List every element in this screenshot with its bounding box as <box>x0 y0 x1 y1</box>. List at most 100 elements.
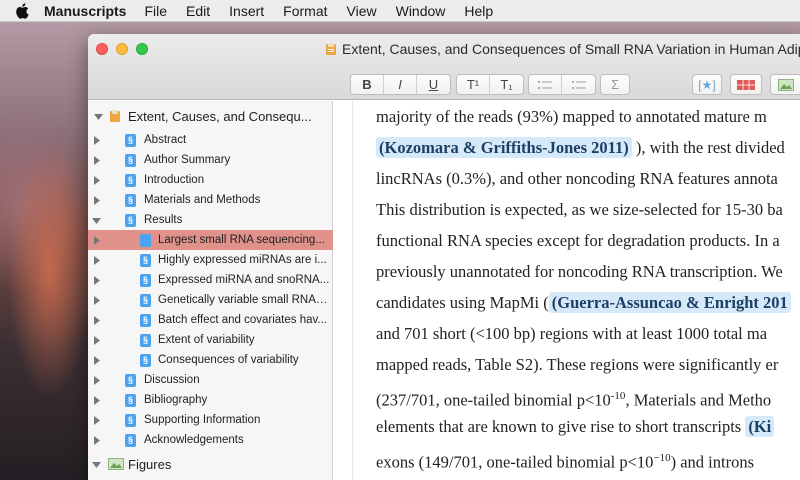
outline-item-materials-methods[interactable]: § Materials and Methods <box>88 190 333 210</box>
manuscript-editor[interactable]: majority of the reads (93%) mapped to an… <box>334 101 800 480</box>
disclosure-collapsed-icon[interactable] <box>92 235 101 245</box>
text-run: , Materials and Metho <box>625 390 772 410</box>
disclosure-collapsed-icon[interactable] <box>92 415 101 425</box>
outline-item-label: Results <box>144 214 183 226</box>
disclosure-collapsed-icon[interactable] <box>92 195 101 205</box>
disclosure-expanded-icon[interactable] <box>94 112 103 121</box>
outline-item-bibliography[interactable]: § Bibliography <box>88 390 333 410</box>
table-icon <box>737 79 755 90</box>
section-icon: § <box>125 133 136 147</box>
disclosure-collapsed-icon[interactable] <box>92 175 101 185</box>
disclosure-collapsed-icon[interactable] <box>92 395 101 405</box>
zoom-button[interactable] <box>136 43 148 55</box>
disclosure-collapsed-icon[interactable] <box>92 295 101 305</box>
citation-guerra-assuncao[interactable]: (Guerra-Assuncao & Enright 201 <box>548 292 791 313</box>
disclosure-collapsed-icon[interactable] <box>92 435 101 445</box>
superscript-button[interactable]: T¹ <box>457 75 490 94</box>
section-icon: § <box>140 333 151 347</box>
text-run: and 701 short (<100 bp) regions with at … <box>376 324 768 343</box>
outline-sidebar: Extent, Causes, and Consequ... § Abstrac… <box>88 101 333 480</box>
outline-item-batch-effect[interactable]: § Batch effect and covariates hav... <box>88 310 333 330</box>
outline-item-highly-expressed[interactable]: § Highly expressed miRNAs are i... <box>88 250 333 270</box>
menu-insert[interactable]: Insert <box>229 3 264 19</box>
paragraph-line: elements that are known to give rise to … <box>376 415 775 439</box>
outline-item-largest-small-rna[interactable]: Largest small RNA sequencing... <box>88 230 333 250</box>
manuscript-doc-icon <box>326 43 336 55</box>
text-run: This distribution is expected, as we siz… <box>376 200 783 219</box>
outline-item-label: Consequences of variability <box>158 354 299 366</box>
window-controls <box>96 43 148 55</box>
apple-menu[interactable] <box>0 2 44 19</box>
script-group: T¹ T₁ <box>456 74 524 95</box>
bullet-list-button[interactable] <box>529 75 562 94</box>
outline-item-label: Largest small RNA sequencing... <box>158 234 325 246</box>
text-run: majority of the reads (93%) mapped to an… <box>376 107 767 126</box>
paragraph-line: (Kozomara & Griffiths-Jones 2011) ), wit… <box>376 136 785 160</box>
text-run: ), with the rest divided <box>631 138 785 157</box>
menu-bar: Manuscripts File Edit Insert Format View… <box>0 0 800 22</box>
citation-kozomara[interactable]: (Kozomara & Griffiths-Jones 2011) <box>376 137 632 158</box>
outline-item-label: Abstract <box>144 134 187 146</box>
menu-edit[interactable]: Edit <box>186 3 210 19</box>
outline-item-extent-variability[interactable]: § Extent of variability <box>88 330 333 350</box>
menu-view[interactable]: View <box>347 3 377 19</box>
close-button[interactable] <box>96 43 108 55</box>
window-title: Extent, Causes, and Consequences of Smal… <box>324 41 800 57</box>
section-icon: § <box>140 273 151 287</box>
section-icon: § <box>140 293 151 307</box>
outline-item-genetically-variable[interactable]: § Genetically variable small RNAs... <box>88 290 333 310</box>
italic-button[interactable]: I <box>384 75 417 94</box>
insert-figure-button[interactable] <box>770 74 800 95</box>
disclosure-expanded-icon[interactable] <box>92 216 101 225</box>
app-name-menu[interactable]: Manuscripts <box>44 3 126 19</box>
section-icon: § <box>125 153 136 167</box>
outline-item-label: Author Summary <box>144 154 231 166</box>
menu-file[interactable]: File <box>144 3 167 19</box>
outline-group-figures[interactable]: Figures <box>88 454 333 474</box>
disclosure-expanded-icon[interactable] <box>92 460 101 469</box>
text-run: elements that are known to give rise to … <box>376 417 746 436</box>
citation-button[interactable]: [★] <box>692 74 722 95</box>
disclosure-collapsed-icon[interactable] <box>92 155 101 165</box>
outline-item-discussion[interactable]: § Discussion <box>88 370 333 390</box>
paragraph-line: majority of the reads (93%) mapped to an… <box>376 105 767 129</box>
disclosure-collapsed-icon[interactable] <box>92 135 101 145</box>
citation-partial[interactable]: (Ki <box>745 416 775 437</box>
bold-button[interactable]: B <box>351 75 384 94</box>
outline-root-manuscript[interactable]: Extent, Causes, and Consequ... <box>88 106 333 126</box>
outline-item-results[interactable]: § Results <box>88 210 333 230</box>
outline-item-consequences-variability[interactable]: § Consequences of variability <box>88 350 333 370</box>
insert-table-button[interactable] <box>730 74 762 95</box>
paragraph-line: lincRNAs (0.3%), and other noncoding RNA… <box>376 167 778 191</box>
minimize-button[interactable] <box>116 43 128 55</box>
underline-button[interactable]: U <box>417 75 450 94</box>
disclosure-collapsed-icon[interactable] <box>92 255 101 265</box>
disclosure-collapsed-icon[interactable] <box>92 275 101 285</box>
disclosure-collapsed-icon[interactable] <box>92 355 101 365</box>
outline-item-abstract[interactable]: § Abstract <box>88 130 333 150</box>
section-icon: § <box>140 353 151 367</box>
outline-item-introduction[interactable]: § Introduction <box>88 170 333 190</box>
outline-item-label: Bibliography <box>144 394 208 406</box>
disclosure-collapsed-icon[interactable] <box>92 315 101 325</box>
disclosure-collapsed-icon[interactable] <box>92 335 101 345</box>
outline-item-supporting-information[interactable]: § Supporting Information <box>88 410 333 430</box>
numbered-list-button[interactable] <box>562 75 595 94</box>
outline-item-expressed-mirna[interactable]: § Expressed miRNA and snoRNA... <box>88 270 333 290</box>
menu-window[interactable]: Window <box>396 3 446 19</box>
outline-item-acknowledgements[interactable]: § Acknowledgements <box>88 430 333 450</box>
text-run: exons (149/701, one-tailed binomial p<10 <box>376 452 654 472</box>
outline-item-author-summary[interactable]: § Author Summary <box>88 150 333 170</box>
subscript-button[interactable]: T₁ <box>490 75 523 94</box>
equation-button[interactable]: Σ <box>600 74 630 95</box>
paragraph-line: functional RNA species except for degrad… <box>376 229 780 253</box>
section-icon: § <box>125 173 136 187</box>
paragraph-line: exons (149/701, one-tailed binomial p<10… <box>376 446 754 472</box>
outline-item-label: Supporting Information <box>144 414 261 426</box>
bullet-list-icon <box>537 80 552 89</box>
outline-item-label: Acknowledgements <box>144 434 244 446</box>
menu-format[interactable]: Format <box>283 3 327 19</box>
disclosure-collapsed-icon[interactable] <box>92 375 101 385</box>
menu-help[interactable]: Help <box>464 3 493 19</box>
text-run: functional RNA species except for degrad… <box>376 231 780 250</box>
